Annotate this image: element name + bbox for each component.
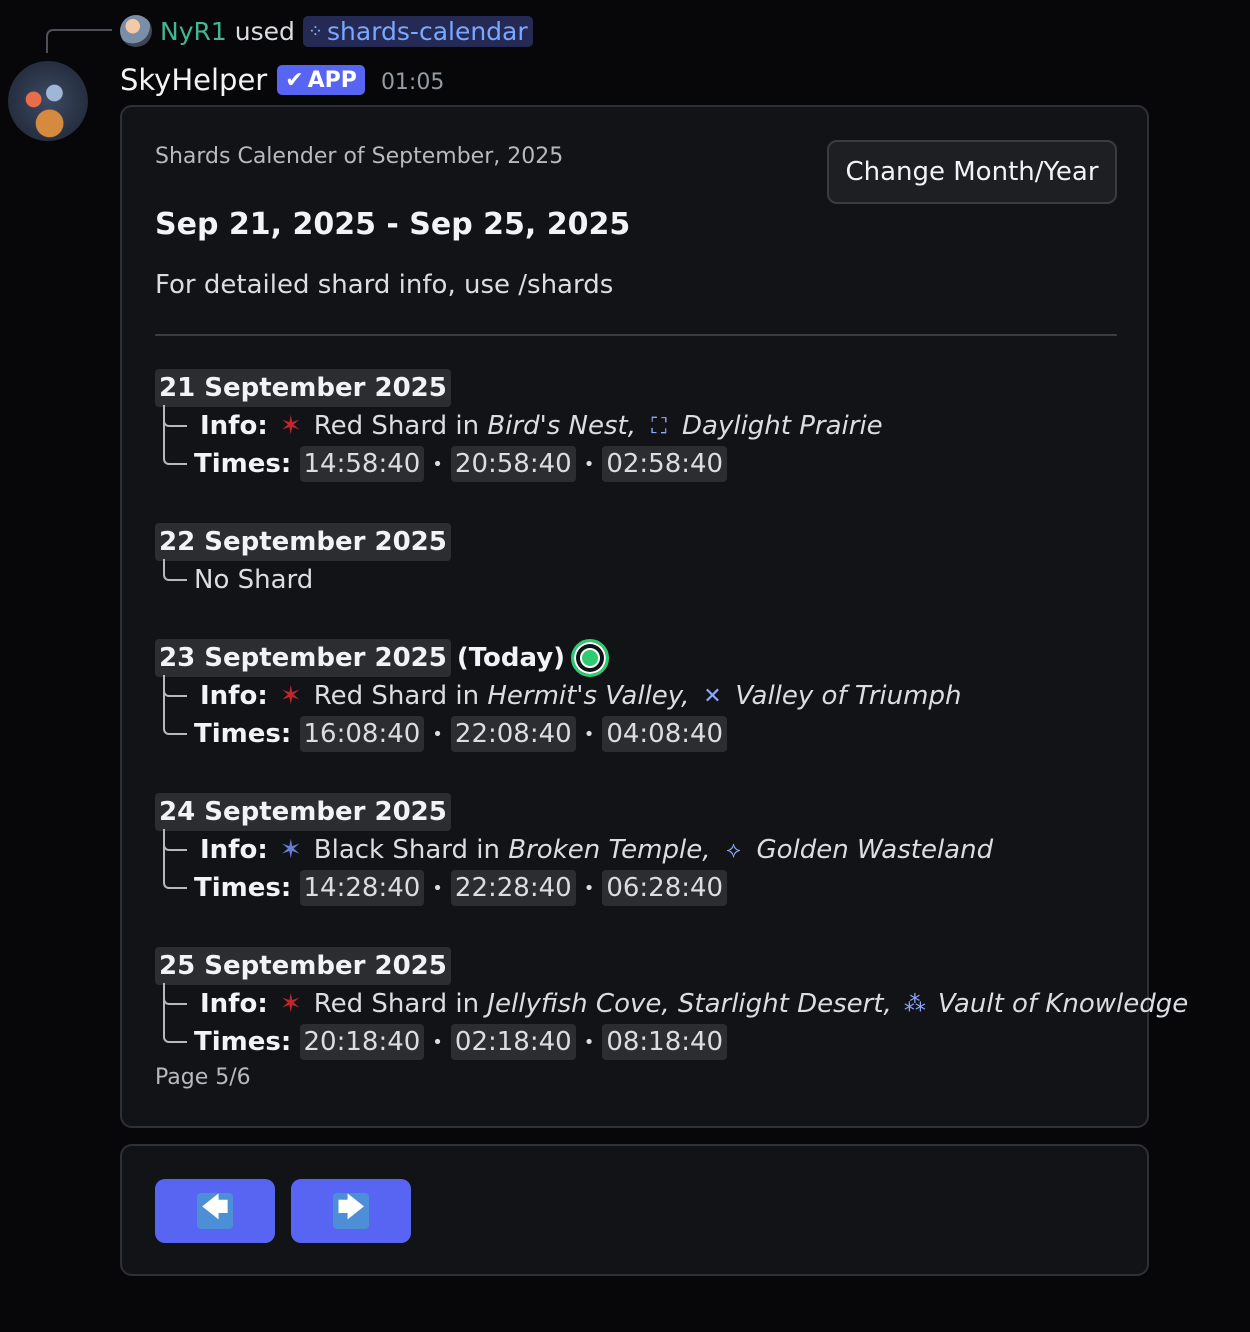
shard-time: 02:58:40 [602, 446, 728, 482]
shard-time: 14:28:40 [299, 870, 425, 906]
right-arrow-icon: 🡆 [333, 1193, 369, 1229]
day-date: 24 September 2025 [155, 793, 451, 831]
message-header: SkyHelper ✔ APP 01:05 [120, 60, 444, 100]
reply-header: NyR1 used ⁘ shards-calendar [120, 14, 533, 48]
shard-location: Jellyfish Cove, Starlight Desert, [487, 989, 892, 1019]
tree-branch [163, 983, 187, 1043]
in-text: in [476, 835, 500, 865]
day-entry: 21 September 2025 Info: ✶ Red Shard in B… [155, 369, 883, 483]
golden-wasteland-icon: ⟡ [726, 837, 741, 863]
times-label: Times: [194, 449, 292, 479]
day-entry: 25 September 2025 Info: ✶ Red Shard in J… [155, 947, 1188, 1061]
today-label: (Today) [456, 643, 566, 673]
day-date: 23 September 2025 [155, 639, 451, 677]
embed-description: For detailed shard info, use /shards [155, 270, 614, 300]
tree-branch [163, 559, 187, 581]
shard-type: Black Shard [313, 835, 469, 865]
reply-used-text: used [234, 16, 295, 46]
reply-username[interactable]: NyR1 [160, 17, 227, 46]
shard-realm: Golden Wasteland [756, 835, 994, 865]
day-entry-today: 23 September 2025 (Today) Info: ✶ Red Sh… [155, 639, 961, 753]
embed-divider [155, 334, 1117, 336]
times-label: Times: [194, 719, 292, 749]
pagination-container: 🡄 🡆 [120, 1144, 1149, 1276]
reply-connector [46, 29, 112, 53]
day-date: 25 September 2025 [155, 947, 451, 985]
in-text: in [455, 411, 480, 441]
day-entry: 24 September 2025 Info: ✶ Black Shard in… [155, 793, 993, 907]
shard-type: Red Shard [313, 681, 448, 711]
app-badge-label: APP [307, 67, 357, 93]
slash-command-icon: ⁘ [307, 20, 323, 42]
shard-location: Hermit's Valley, [487, 681, 690, 711]
shard-realm: Valley of Triumph [735, 681, 962, 711]
app-badge: ✔ APP [277, 65, 365, 95]
shard-time: 04:08:40 [602, 716, 728, 752]
tree-branch [163, 675, 187, 735]
shard-time: 06:28:40 [602, 870, 728, 906]
shard-time: 20:18:40 [299, 1024, 425, 1060]
embed-subtitle: Shards Calender of September, 2025 [155, 144, 564, 169]
red-shard-icon: ✶ [279, 989, 302, 1019]
info-label: Info: [200, 835, 268, 865]
embed-title: Sep 21, 2025 - Sep 25, 2025 [155, 207, 631, 242]
day-date: 22 September 2025 [155, 523, 451, 561]
vault-of-knowledge-icon: ⁂ [903, 991, 926, 1017]
tree-branch [163, 405, 187, 465]
embed-card: Shards Calender of September, 2025 Chang… [120, 105, 1188, 1128]
today-target-icon [571, 639, 610, 677]
shard-type: Red Shard [313, 989, 448, 1019]
change-month-year-button[interactable]: Change Month/Year [827, 140, 1117, 204]
in-text: in [455, 989, 480, 1019]
previous-page-button[interactable]: 🡄 [155, 1179, 275, 1243]
info-label: Info: [200, 411, 268, 441]
day-date: 21 September 2025 [155, 369, 451, 407]
embed-footer-page: Page 5/6 [155, 1065, 251, 1090]
left-arrow-icon: 🡄 [197, 1193, 233, 1229]
shard-time: 08:18:40 [602, 1024, 728, 1060]
valley-of-triumph-icon: ✕ [703, 683, 722, 709]
shard-type: Red Shard [313, 411, 448, 441]
verified-check-icon: ✔ [285, 67, 304, 93]
times-label: Times: [194, 1027, 292, 1057]
command-name: shards-calendar [327, 16, 528, 46]
shard-time: 20:58:40 [450, 446, 576, 482]
message-timestamp[interactable]: 01:05 [381, 70, 444, 95]
info-label: Info: [200, 681, 268, 711]
red-shard-icon: ✶ [279, 681, 302, 711]
command-mention[interactable]: ⁘ shards-calendar [302, 15, 533, 47]
reply-user-avatar[interactable] [120, 15, 152, 47]
next-page-button[interactable]: 🡆 [291, 1179, 411, 1243]
black-shard-icon: ✶ [279, 835, 302, 865]
shard-realm: Vault of Knowledge [937, 989, 1189, 1019]
shard-time: 22:28:40 [450, 870, 576, 906]
bot-avatar[interactable] [8, 61, 88, 141]
shard-time: 16:08:40 [299, 716, 425, 752]
shard-time: 14:58:40 [299, 446, 425, 482]
daylight-prairie-icon: ⛶ [651, 413, 667, 439]
no-shard-text: No Shard [194, 565, 314, 595]
tree-branch [163, 829, 187, 889]
info-label: Info: [200, 989, 268, 1019]
shard-realm: Daylight Prairie [682, 411, 883, 441]
shard-time: 22:08:40 [450, 716, 576, 752]
day-entry: 22 September 2025 No Shard [155, 523, 451, 599]
shard-location: Bird's Nest, [487, 411, 636, 441]
times-label: Times: [194, 873, 292, 903]
red-shard-icon: ✶ [279, 411, 302, 441]
bot-name[interactable]: SkyHelper [120, 63, 267, 97]
shard-time: 02:18:40 [450, 1024, 576, 1060]
in-text: in [455, 681, 480, 711]
shard-location: Broken Temple, [508, 835, 711, 865]
